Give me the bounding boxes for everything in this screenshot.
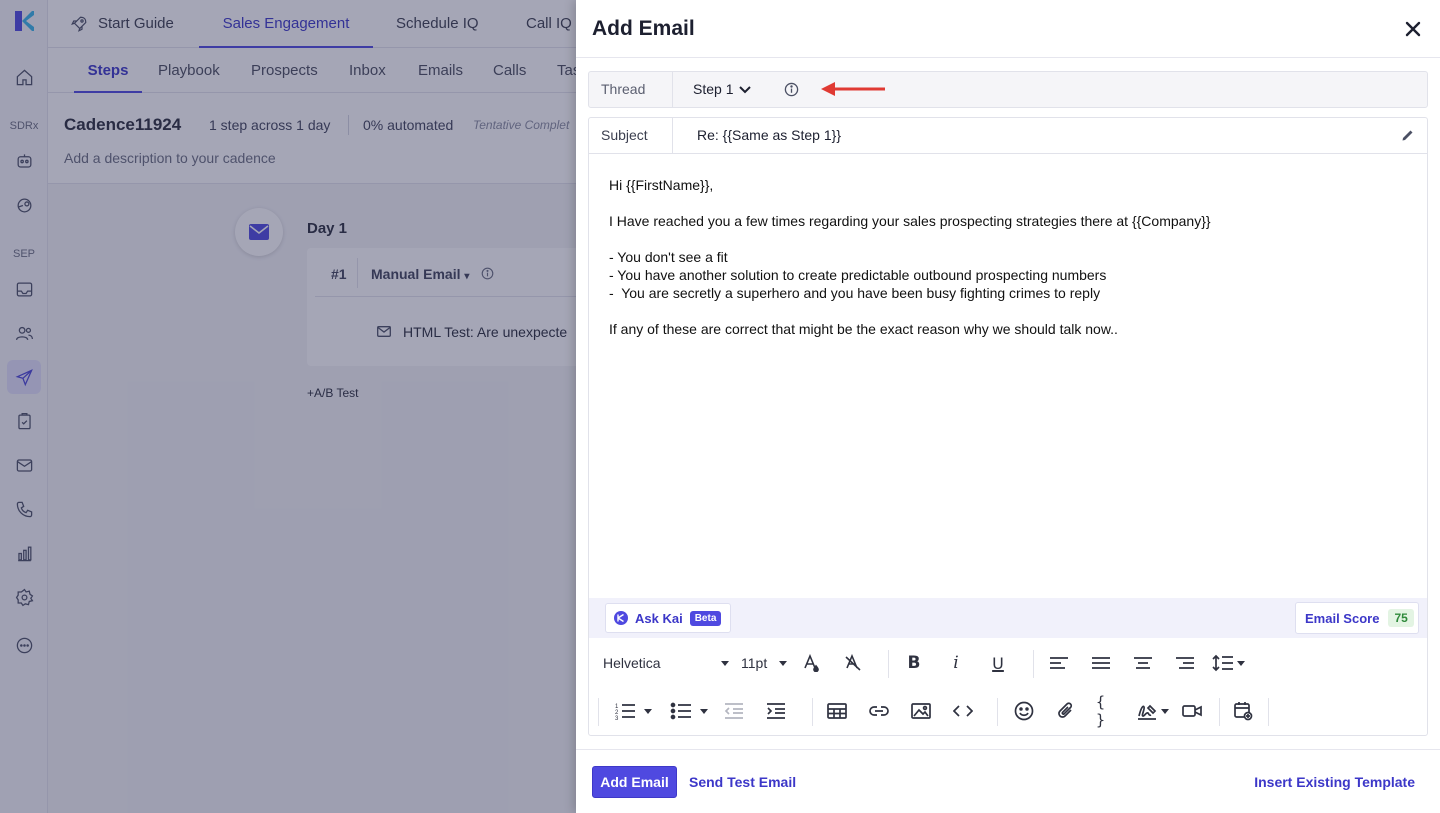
email-score-label: Email Score [1305,610,1380,626]
subject-label: Subject [589,118,673,153]
indent-icon[interactable] [764,688,788,734]
add-email-button[interactable]: Add Email [592,766,677,798]
meeting-scheduler-icon[interactable] [1231,688,1255,734]
ask-kai-button[interactable]: Ask Kai Beta [605,603,731,633]
code-icon[interactable] [951,688,975,734]
chevron-down-icon [739,85,752,93]
ai-assist-bar: Ask Kai Beta Email Score 75 [589,598,1427,638]
caret-down-icon [779,660,787,666]
body-greeting: Hi {{FirstName}}, [609,177,714,193]
body-line: - You are secretly a superhero and you h… [609,285,1101,301]
insert-existing-template-button[interactable]: Insert Existing Template [1254,766,1415,798]
justify-icon[interactable] [1089,640,1113,686]
underline-icon[interactable]: U [986,640,1010,686]
bulleted-list-icon[interactable] [667,688,711,734]
image-icon[interactable] [909,688,933,734]
video-icon[interactable] [1180,688,1204,734]
email-editor: Subject Re: {{Same as Step 1}} Hi {{Firs… [588,117,1428,736]
formatting-toolbar-row-2: 123 {} [589,688,1427,734]
beta-badge: Beta [689,610,722,626]
align-center-icon[interactable] [1131,640,1155,686]
info-icon[interactable] [784,82,799,97]
kai-logo-icon [614,611,628,625]
caret-down-icon [721,660,729,666]
font-size-select[interactable]: 11pt [741,640,787,686]
ask-kai-label: Ask Kai [635,610,683,626]
emoji-icon[interactable] [1012,688,1036,734]
font-size-value: 11pt [741,655,768,671]
subject-row: Subject Re: {{Same as Step 1}} [589,118,1427,154]
annotation-arrow-icon [821,82,885,96]
close-icon[interactable] [1404,20,1422,38]
align-left-icon[interactable] [1047,640,1071,686]
thread-step-dropdown[interactable]: Step 1 [693,72,752,107]
svg-text:3: 3 [615,716,619,720]
merge-variables-braces-icon[interactable]: { } [1096,688,1120,734]
pencil-edit-icon[interactable] [1401,128,1415,142]
link-icon[interactable] [867,688,891,734]
text-color-icon[interactable] [799,640,823,686]
body-line: - You have another solution to create pr… [609,267,1107,283]
email-score-value: 75 [1388,609,1414,627]
attachment-paperclip-icon[interactable] [1054,688,1078,734]
thread-label: Thread [589,72,673,107]
align-right-icon[interactable] [1173,640,1197,686]
body-line: - You don't see a fit [609,249,728,265]
bold-icon[interactable]: B [902,640,926,686]
italic-icon[interactable]: i [944,640,968,686]
modal-title: Add Email [592,17,695,40]
add-email-modal: Add Email Thread Step 1 Subject Re: {{Sa… [576,0,1440,813]
numbered-list-icon[interactable]: 123 [611,688,655,734]
thread-value: Step 1 [693,81,734,97]
table-icon[interactable] [825,688,849,734]
formatting-toolbar-row-1: Helvetica 11pt B i U [589,640,1427,686]
outdent-icon[interactable] [722,688,746,734]
send-test-email-button[interactable]: Send Test Email [689,766,796,798]
line-height-icon[interactable] [1211,640,1245,686]
clear-formatting-icon[interactable] [841,640,865,686]
email-score-button[interactable]: Email Score 75 [1295,602,1419,634]
signature-icon[interactable] [1135,688,1171,734]
font-family-value: Helvetica [603,655,661,671]
font-family-select[interactable]: Helvetica [603,640,729,686]
thread-row: Thread Step 1 [588,71,1428,108]
body-line: I Have reached you a few times regarding… [609,213,1211,229]
email-body[interactable]: Hi {{FirstName}}, I Have reached you a f… [609,176,1409,338]
subject-input[interactable]: Re: {{Same as Step 1}} [697,118,841,153]
body-line: If any of these are correct that might b… [609,321,1118,337]
modal-footer: Add Email Send Test Email Insert Existin… [576,749,1440,813]
